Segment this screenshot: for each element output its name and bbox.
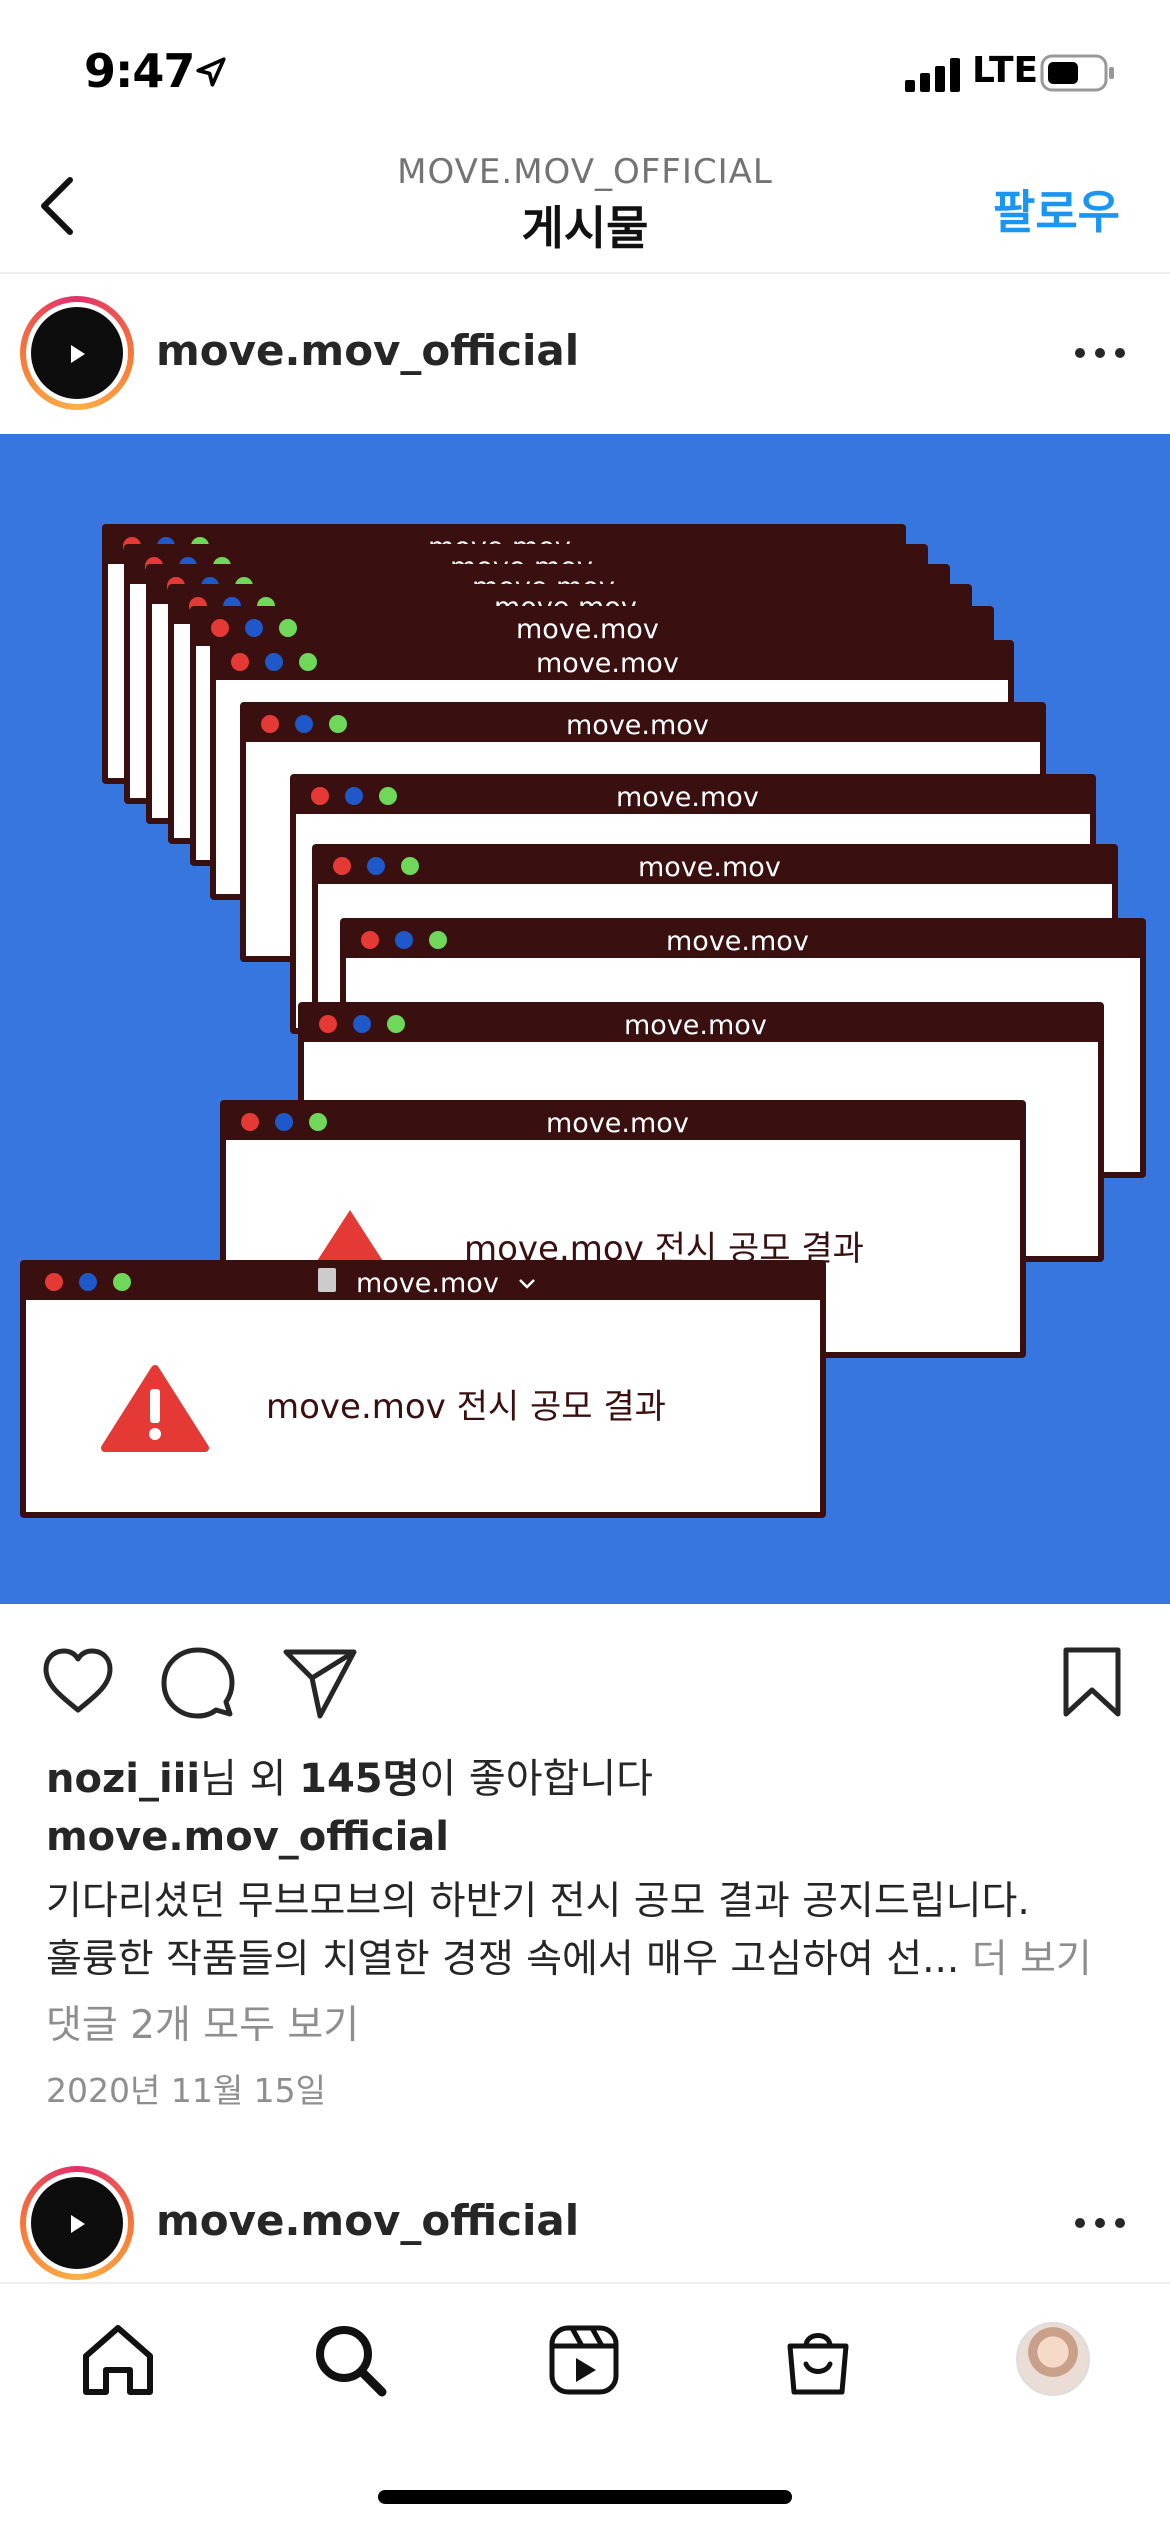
more-options-icon[interactable] bbox=[1070, 338, 1130, 368]
play-icon bbox=[71, 345, 85, 363]
stacked-window-title: move.mov bbox=[536, 648, 679, 679]
heart-icon[interactable] bbox=[40, 1644, 116, 1720]
status-time: 9:47 bbox=[84, 44, 195, 98]
stacked-windows: move.mov move.mov move.mov move.mov move.mov… bbox=[102, 524, 1146, 1358]
liker-username[interactable]: nozi_iii bbox=[46, 1756, 200, 1802]
home-icon[interactable] bbox=[78, 2320, 158, 2400]
next-post-header: move.mov_official bbox=[0, 2144, 1170, 2304]
alert-message: move.mov 전시 공모 결과 bbox=[266, 1387, 666, 1427]
share-icon[interactable] bbox=[282, 1644, 358, 1720]
shop-icon[interactable] bbox=[778, 2320, 858, 2400]
front-alert-window: move.mov move.mov 전시 공모 결과 bbox=[20, 1260, 826, 1518]
caption-more-link[interactable]: 더 보기 bbox=[972, 1937, 1092, 1982]
follow-button[interactable]: 팔로우 bbox=[993, 176, 1120, 242]
caption-line-2: 훌륭한 작품들의 치열한 경쟁 속에서 매우 고심하여 선... 더 보기 bbox=[46, 1937, 1092, 1982]
status-bar: 9:47 LTE bbox=[0, 0, 1170, 140]
stacked-window-title: move.mov bbox=[616, 782, 759, 813]
avatar[interactable] bbox=[20, 2166, 134, 2280]
profile-avatar[interactable] bbox=[1016, 2322, 1090, 2396]
stacked-window-title: move.mov bbox=[546, 1108, 689, 1139]
front-window-title: move.mov bbox=[356, 1268, 499, 1299]
caption-line-1: 기다리셨던 무브모브의 하반기 전시 공모 결과 공지드립니다. bbox=[46, 1879, 1030, 1924]
action-row bbox=[0, 1604, 1170, 1754]
avatar[interactable] bbox=[20, 296, 134, 410]
location-arrow-icon bbox=[196, 57, 226, 87]
reels-icon[interactable] bbox=[544, 2320, 624, 2400]
home-indicator[interactable] bbox=[378, 2490, 792, 2504]
play-icon bbox=[71, 2215, 85, 2233]
stacked-window-title: move.mov bbox=[638, 852, 781, 883]
comment-icon[interactable] bbox=[160, 1644, 236, 1720]
view-all-comments-link[interactable]: 댓글 2개 모두 보기 bbox=[46, 1994, 359, 2050]
bookmark-icon[interactable] bbox=[1054, 1644, 1130, 1720]
battery-icon bbox=[1040, 54, 1114, 92]
post-username[interactable]: move.mov_official bbox=[156, 326, 579, 375]
cellular-signal-icon bbox=[905, 58, 960, 92]
caption-username[interactable]: move.mov_official bbox=[46, 1814, 449, 1860]
post-image[interactable]: move.mov move.mov move.mov move.mov move.mov… bbox=[0, 434, 1170, 1604]
likes-summary[interactable]: nozi_iii님 외 145명이 좋아합니다 bbox=[46, 1746, 653, 1804]
post-header: move.mov_official bbox=[0, 274, 1170, 434]
stacked-window-title: move.mov bbox=[566, 710, 709, 741]
stacked-window-title: move.mov bbox=[666, 926, 809, 957]
next-post-username[interactable]: move.mov_official bbox=[156, 2196, 579, 2245]
network-type: LTE bbox=[972, 50, 1039, 91]
post-image-artwork: move.movmove.movmove.movmove.movmove.mov… bbox=[20, 524, 1146, 1518]
nav-header: MOVE.MOV_OFFICIAL 게시물 팔로우 bbox=[0, 140, 1170, 274]
like-count[interactable]: 145명 bbox=[299, 1756, 419, 1802]
stacked-window-title: move.mov bbox=[624, 1010, 767, 1041]
search-icon[interactable] bbox=[310, 2320, 390, 2400]
more-options-icon[interactable] bbox=[1070, 2208, 1130, 2238]
post-date: 2020년 11월 15일 bbox=[46, 2071, 327, 2110]
